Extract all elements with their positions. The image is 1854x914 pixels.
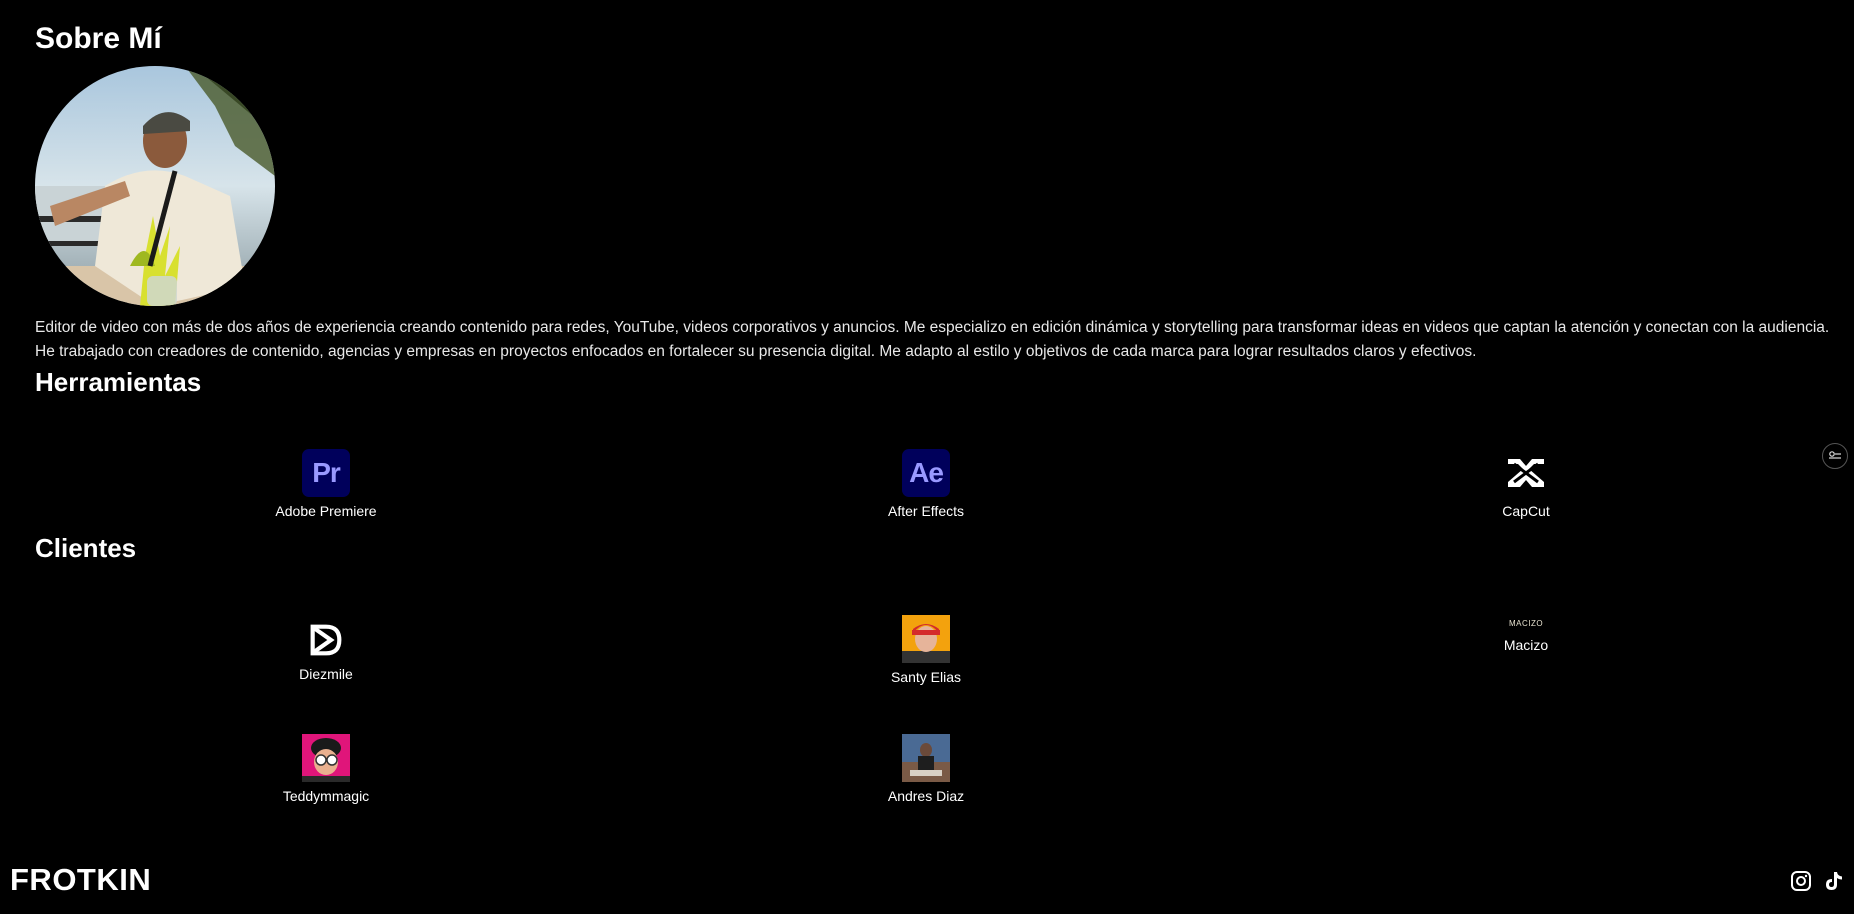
bio-line-2: He trabajado con creadores de contenido,… — [35, 343, 1477, 360]
instagram-icon[interactable] — [1790, 870, 1812, 892]
tool-adobe-premiere[interactable]: Pr Adobe Premiere — [196, 449, 456, 519]
client-label: Santy Elias — [890, 669, 962, 685]
portfolio-page: Sobre Mí Editor de video con más de dos … — [0, 0, 1854, 914]
andres-diaz-avatar — [902, 734, 950, 782]
bio-text: Editor de video con más de dos años de e… — [35, 316, 1835, 364]
capcut-icon — [1508, 459, 1544, 487]
client-macizo[interactable]: MACIZO Macizo — [1396, 617, 1656, 653]
tool-label: Adobe Premiere — [275, 503, 377, 519]
adobe-premiere-icon: Pr — [302, 449, 350, 497]
settings-toggle-button[interactable] — [1822, 443, 1848, 469]
profile-photo — [35, 66, 275, 306]
client-label: Macizo — [1503, 637, 1549, 653]
tools-title: Herramientas — [35, 367, 202, 397]
client-teddymmagic[interactable]: Teddymmagic — [196, 734, 456, 804]
filter-icon — [1829, 451, 1841, 459]
tool-label: CapCut — [1502, 503, 1550, 519]
tool-capcut[interactable]: CapCut — [1396, 449, 1656, 519]
client-label: Teddymmagic — [282, 788, 370, 804]
teddymmagic-avatar — [302, 734, 350, 782]
client-santy-elias[interactable]: Santy Elias — [796, 615, 1056, 685]
bio-line-1: Editor de video con más de dos años de e… — [35, 319, 1830, 336]
tool-label: After Effects — [888, 503, 964, 519]
after-effects-icon: Ae — [902, 449, 950, 497]
macizo-logo: MACIZO — [1508, 619, 1544, 628]
client-andres-diaz[interactable]: Andres Diaz — [796, 734, 1056, 804]
footer-brand[interactable]: FROTKIN — [10, 862, 151, 898]
client-diezmile[interactable]: Diezmile — [196, 620, 456, 682]
tiktok-icon[interactable] — [1822, 870, 1844, 892]
client-label: Diezmile — [299, 666, 353, 682]
santy-elias-avatar — [902, 615, 950, 663]
clients-title: Clientes — [35, 533, 137, 563]
client-label: Andres Diaz — [887, 788, 965, 804]
diezmile-logo — [310, 624, 342, 656]
about-title: Sobre Mí — [35, 22, 162, 55]
tool-after-effects[interactable]: Ae After Effects — [796, 449, 1056, 519]
